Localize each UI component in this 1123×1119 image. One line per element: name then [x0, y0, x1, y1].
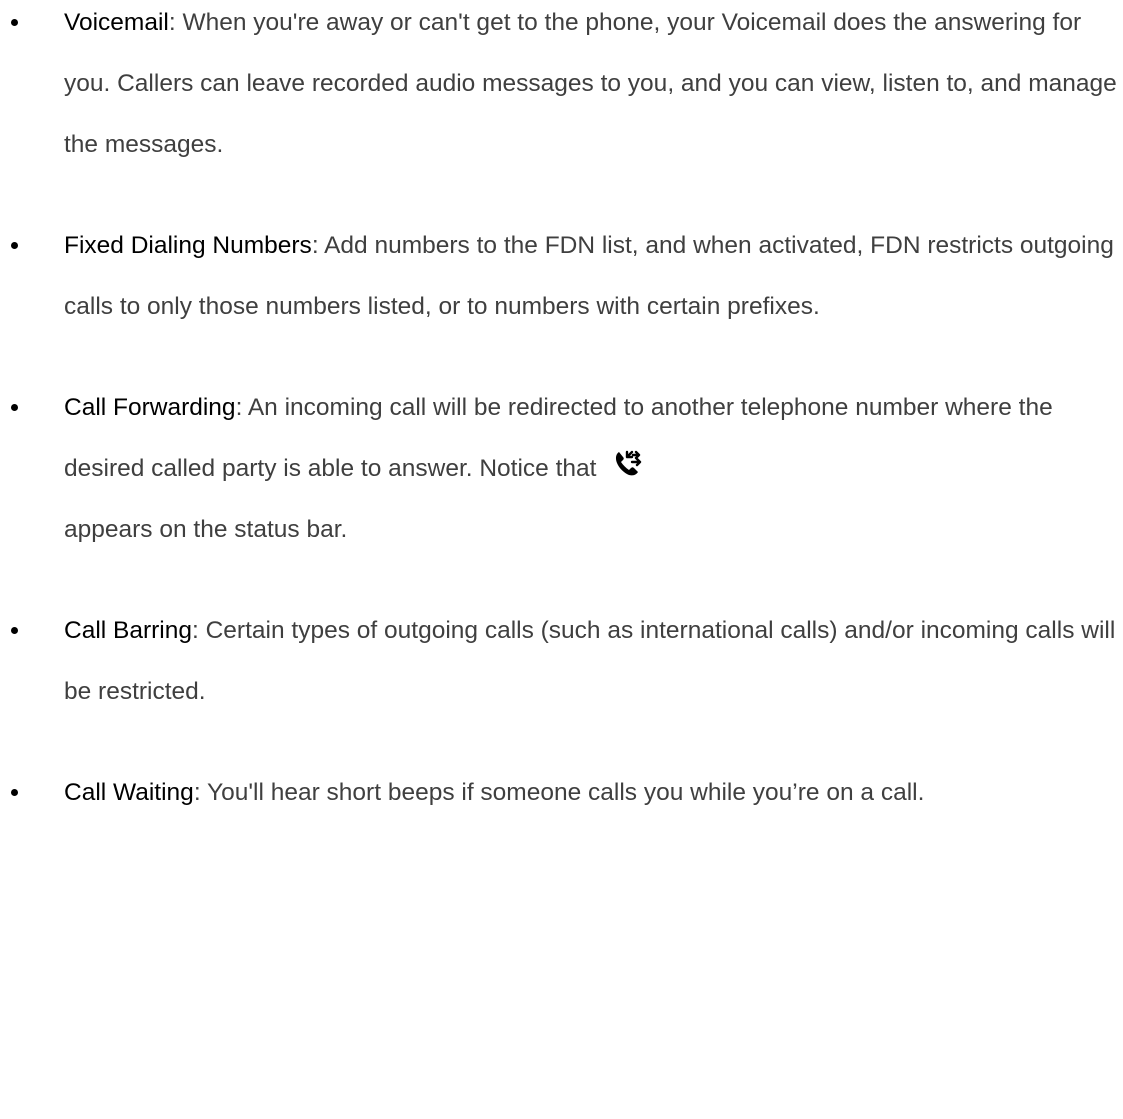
call-forwarding-icon	[613, 440, 643, 476]
list-item-fixed-dialing-numbers: Fixed Dialing Numbers: Add numbers to th…	[0, 215, 1119, 337]
term-voicemail: Voicemail	[64, 9, 169, 36]
list-item-call-forwarding: Call Forwarding: An incoming call will b…	[0, 377, 1119, 560]
feature-list: Voicemail: When you're away or can't get…	[0, 0, 1123, 863]
description-call-forwarding-part2: appears on the status bar.	[64, 516, 348, 543]
description-voicemail: : When you're away or can't get to the p…	[64, 9, 1117, 158]
term-call-forwarding: Call Forwarding	[64, 394, 236, 421]
list-item-voicemail: Voicemail: When you're away or can't get…	[0, 0, 1119, 175]
term-call-barring: Call Barring	[64, 617, 192, 644]
term-call-waiting: Call Waiting	[64, 779, 194, 806]
list-item-call-waiting: Call Waiting: You'll hear short beeps if…	[0, 762, 1119, 823]
bullet	[11, 789, 18, 796]
bullet	[11, 242, 18, 249]
list-item-call-barring: Call Barring: Certain types of outgoing …	[0, 600, 1119, 722]
bullet	[11, 627, 18, 634]
description-call-waiting: : You'll hear short beeps if someone cal…	[193, 779, 925, 806]
bullet	[11, 19, 18, 26]
bullet	[11, 404, 18, 411]
description-call-barring: : Certain types of outgoing calls (such …	[64, 617, 1116, 705]
term-fixed-dialing-numbers: Fixed Dialing Numbers	[64, 232, 312, 259]
